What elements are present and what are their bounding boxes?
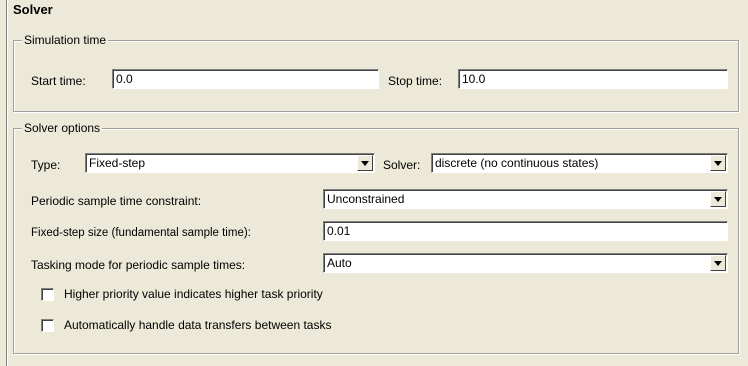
stop-time-value: 10.0 [462,72,486,86]
periodic-constraint-label: Periodic sample time constraint: [31,194,202,208]
solver-dropdown[interactable]: discrete (no continuous states) [431,153,728,173]
type-label: Type: [31,158,61,172]
solver-dropdown-value: discrete (no continuous states) [435,156,599,170]
tasking-mode-label: Tasking mode for periodic sample times: [31,258,246,272]
chevron-down-icon[interactable] [710,191,726,207]
start-time-value: 0.0 [116,72,133,86]
stop-time-input[interactable]: 10.0 [458,69,728,89]
transfers-checkbox-label[interactable]: Automatically handle data transfers betw… [64,317,331,333]
stop-time-label: Stop time: [388,74,443,88]
simulation-time-legend: Simulation time [22,33,109,47]
chevron-down-icon[interactable] [710,155,726,171]
fixed-step-size-label: Fixed-step size (fundamental sample time… [31,227,251,239]
chevron-down-icon[interactable] [357,155,373,171]
periodic-constraint-dropdown[interactable]: Unconstrained [323,189,728,209]
start-time-input[interactable]: 0.0 [112,69,379,89]
transfers-checkbox[interactable] [41,319,54,332]
priority-checkbox-label[interactable]: Higher priority value indicates higher t… [64,286,323,302]
type-dropdown[interactable]: Fixed-step [85,153,375,173]
chevron-down-icon[interactable] [710,255,726,271]
panel-left-border-highlight [7,0,8,366]
tasking-mode-dropdown[interactable]: Auto [323,253,728,273]
periodic-constraint-value: Unconstrained [327,192,405,206]
start-time-label: Start time: [31,74,86,88]
fixed-step-size-value: 0.01 [327,224,351,238]
type-dropdown-value: Fixed-step [89,156,146,170]
solver-label: Solver: [383,158,421,172]
priority-checkbox[interactable] [41,288,54,301]
tasking-mode-value: Auto [327,256,352,270]
panel-title: Solver [13,2,53,17]
solver-options-legend: Solver options [22,121,103,135]
fixed-step-size-input[interactable]: 0.01 [323,221,728,241]
